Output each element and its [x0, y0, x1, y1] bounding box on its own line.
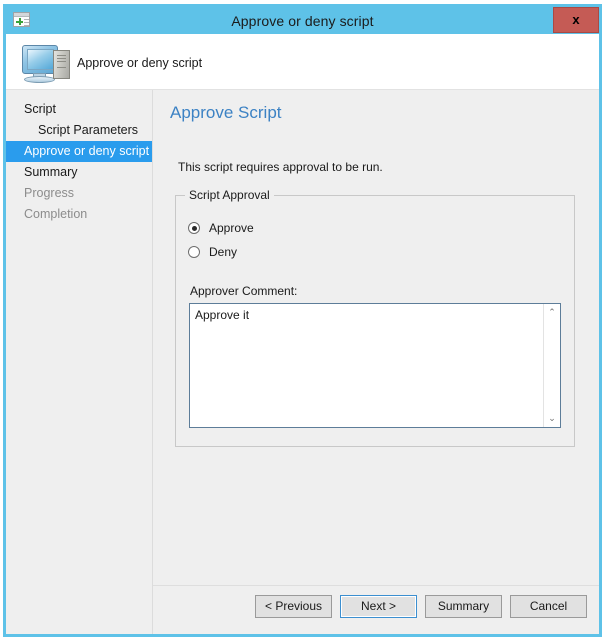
script-approval-group: Script Approval Approve Deny Approver Co… — [175, 188, 575, 447]
radio-approve-indicator — [188, 222, 200, 234]
page-description: This script requires approval to be run. — [178, 160, 383, 174]
page-title: Approve Script — [170, 103, 282, 122]
radio-deny[interactable]: Deny — [188, 245, 237, 259]
cancel-button[interactable]: Cancel — [510, 595, 587, 618]
approver-comment-text[interactable]: Approve it — [190, 304, 543, 427]
next-button[interactable]: Next > — [340, 595, 417, 618]
sidebar-item-completion[interactable]: Completion — [6, 204, 152, 225]
sidebar-item-approve-or-deny-script[interactable]: Approve or deny script — [6, 141, 152, 162]
wizard-sidebar: Script Script Parameters Approve or deny… — [6, 90, 153, 634]
wizard-content: Approve Script This script requires appr… — [153, 90, 599, 634]
previous-button[interactable]: < Previous — [255, 595, 332, 618]
radio-approve-label: Approve — [209, 221, 254, 235]
window-plus-icon — [13, 12, 30, 27]
sidebar-item-script-parameters[interactable]: Script Parameters — [6, 120, 152, 141]
approver-comment-label: Approver Comment: — [190, 284, 298, 298]
close-button[interactable]: x — [553, 7, 599, 33]
radio-deny-indicator — [188, 246, 200, 258]
title-bar: Approve or deny script x — [6, 7, 599, 34]
radio-deny-label: Deny — [209, 245, 238, 259]
scroll-up-icon[interactable]: ⌃ — [544, 304, 560, 321]
radio-approve[interactable]: Approve — [188, 221, 254, 235]
button-row: < Previous Next > Summary Cancel — [255, 595, 587, 618]
wizard-footer: < Previous Next > Summary Cancel — [153, 585, 599, 634]
approver-comment-field[interactable]: Approve it ⌃ ⌄ — [189, 303, 561, 428]
sidebar-item-progress[interactable]: Progress — [6, 183, 152, 204]
scroll-down-icon[interactable]: ⌄ — [544, 410, 560, 427]
window-title: Approve or deny script — [231, 12, 374, 29]
sidebar-item-script[interactable]: Script — [6, 99, 152, 120]
group-legend: Script Approval — [185, 188, 274, 202]
wizard-body: Script Script Parameters Approve or deny… — [6, 89, 599, 634]
comment-scrollbar[interactable]: ⌃ ⌄ — [543, 304, 560, 427]
content-inner: Approve Script This script requires appr… — [153, 90, 599, 585]
sidebar-item-summary[interactable]: Summary — [6, 162, 152, 183]
wizard-window: Approve or deny script x Approve or deny… — [3, 4, 602, 637]
summary-button[interactable]: Summary — [425, 595, 502, 618]
computer-icon — [20, 41, 78, 85]
wizard-header-title: Approve or deny script — [77, 56, 203, 70]
wizard-header: Approve or deny script — [6, 34, 599, 89]
